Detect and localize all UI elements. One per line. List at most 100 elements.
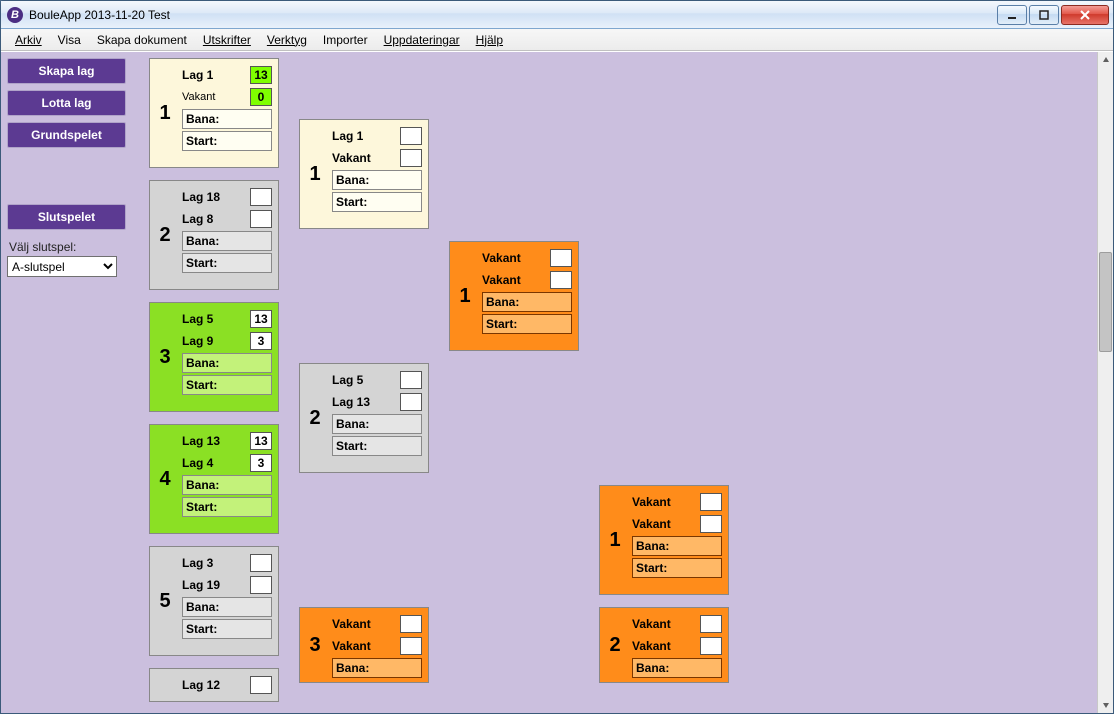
match-number: 3 [300, 608, 330, 682]
bana-label: Bana: [336, 661, 369, 675]
skapa-lag-button[interactable]: Skapa lag [7, 58, 126, 84]
match-card: 3Vakant Vakant Bana: [299, 607, 429, 683]
bana-label: Bana: [336, 173, 369, 187]
scroll-down-icon[interactable] [1098, 697, 1113, 713]
team1-score[interactable] [550, 249, 572, 267]
match-number: 4 [150, 425, 180, 533]
grundspelet-button[interactable]: Grundspelet [7, 122, 126, 148]
lotta-lag-button[interactable]: Lotta lag [7, 90, 126, 116]
team1-label: Lag 1 [332, 129, 400, 143]
team1-label: Vakant [332, 617, 400, 631]
team1-score[interactable] [700, 493, 722, 511]
match-card: Lag 12 [149, 668, 279, 702]
team1-score[interactable]: 13 [250, 66, 272, 84]
bana-label: Bana: [186, 234, 219, 248]
bana-label: Bana: [186, 356, 219, 370]
bana-label: Bana: [186, 112, 219, 126]
bana-label: Bana: [636, 539, 669, 553]
bana-label: Bana: [336, 417, 369, 431]
vertical-scrollbar[interactable] [1097, 52, 1113, 713]
close-button[interactable] [1061, 5, 1109, 25]
team2-score[interactable]: 3 [250, 332, 272, 350]
app-window: B BouleApp 2013-11-20 Test Arkiv Visa Sk… [0, 0, 1114, 714]
start-label: Start: [636, 561, 667, 575]
start-label: Start: [186, 256, 217, 270]
match-number: 1 [150, 59, 180, 167]
minimize-button[interactable] [997, 5, 1027, 25]
menubar: Arkiv Visa Skapa dokument Utskrifter Ver… [1, 29, 1113, 51]
team2-label: Vakant [632, 639, 700, 653]
scroll-thumb[interactable] [1099, 252, 1112, 352]
bana-label: Bana: [186, 600, 219, 614]
match-number: 2 [300, 364, 330, 472]
team1-label: Vakant [482, 251, 550, 265]
team2-label: Lag 4 [182, 456, 250, 470]
team1-label: Lag 18 [182, 190, 250, 204]
valj-slutspel-label: Välj slutspel: [7, 240, 126, 254]
team2-score[interactable] [700, 637, 722, 655]
menu-hjalp[interactable]: Hjälp [468, 31, 511, 49]
match-card: 5Lag 3Lag 19Bana:Start: [149, 546, 279, 656]
menu-importer[interactable]: Importer [315, 31, 376, 49]
client-area: Skapa lag Lotta lag Grundspelet Slutspel… [1, 51, 1113, 713]
slutspel-select[interactable]: A-slutspel [7, 256, 117, 277]
team2-label: Lag 19 [182, 578, 250, 592]
team2-label: Vakant [482, 273, 550, 287]
team2-score[interactable]: 0 [250, 88, 272, 106]
team2-score[interactable] [250, 210, 272, 228]
app-icon: B [7, 7, 23, 23]
menu-verktyg[interactable]: Verktyg [259, 31, 315, 49]
team1-score[interactable]: 13 [250, 310, 272, 328]
menu-uppdateringar[interactable]: Uppdateringar [376, 31, 468, 49]
match-card: 4Lag 1313Lag 43Bana:Start: [149, 424, 279, 534]
team1-score[interactable] [250, 188, 272, 206]
scroll-up-icon[interactable] [1098, 52, 1113, 68]
team1-score[interactable] [400, 371, 422, 389]
match-card: 1Lag 1VakantBana:Start: [299, 119, 429, 229]
team2-score[interactable] [400, 637, 422, 655]
menu-visa[interactable]: Visa [50, 31, 89, 49]
sidebar: Skapa lag Lotta lag Grundspelet Slutspel… [1, 52, 132, 713]
match-number: 3 [150, 303, 180, 411]
start-label: Start: [336, 195, 367, 209]
match-card: 2Lag 5Lag 13Bana:Start: [299, 363, 429, 473]
match-number: 1 [450, 242, 480, 350]
team1-label: Lag 12 [182, 678, 250, 692]
slutspelet-button[interactable]: Slutspelet [7, 204, 126, 230]
bracket-canvas: 1Lag 113Vakant0Bana:Start:2Lag 18Lag 8Ba… [139, 58, 1097, 707]
team1-label: Lag 5 [182, 312, 250, 326]
match-card: 1VakantVakantBana:Start: [449, 241, 579, 351]
match-number [150, 669, 180, 701]
match-card: 2Lag 18Lag 8Bana:Start: [149, 180, 279, 290]
team2-score[interactable] [550, 271, 572, 289]
window-controls [997, 5, 1109, 25]
team1-label: Vakant [632, 495, 700, 509]
maximize-button[interactable] [1029, 5, 1059, 25]
team1-score[interactable] [400, 615, 422, 633]
menu-skapa-dokument[interactable]: Skapa dokument [89, 31, 195, 49]
team2-score[interactable] [400, 393, 422, 411]
team2-score[interactable] [400, 149, 422, 167]
menu-arkiv[interactable]: Arkiv [7, 31, 50, 49]
match-number: 5 [150, 547, 180, 655]
window-title: BouleApp 2013-11-20 Test [29, 8, 997, 22]
team1-score[interactable] [250, 554, 272, 572]
team2-score[interactable]: 3 [250, 454, 272, 472]
match-card: 3Lag 513Lag 93Bana:Start: [149, 302, 279, 412]
team1-score[interactable] [400, 127, 422, 145]
team2-score[interactable] [250, 576, 272, 594]
team1-score[interactable] [700, 615, 722, 633]
match-number: 1 [600, 486, 630, 594]
team1-score[interactable] [250, 676, 272, 694]
start-label: Start: [186, 378, 217, 392]
match-number: 2 [600, 608, 630, 682]
start-label: Start: [186, 500, 217, 514]
match-card: 1Lag 113Vakant0Bana:Start: [149, 58, 279, 168]
start-label: Start: [186, 134, 217, 148]
menu-utskrifter[interactable]: Utskrifter [195, 31, 259, 49]
team2-score[interactable] [700, 515, 722, 533]
team1-score[interactable]: 13 [250, 432, 272, 450]
team1-label: Lag 3 [182, 556, 250, 570]
titlebar: B BouleApp 2013-11-20 Test [1, 1, 1113, 29]
team2-label: Vakant [332, 639, 400, 653]
